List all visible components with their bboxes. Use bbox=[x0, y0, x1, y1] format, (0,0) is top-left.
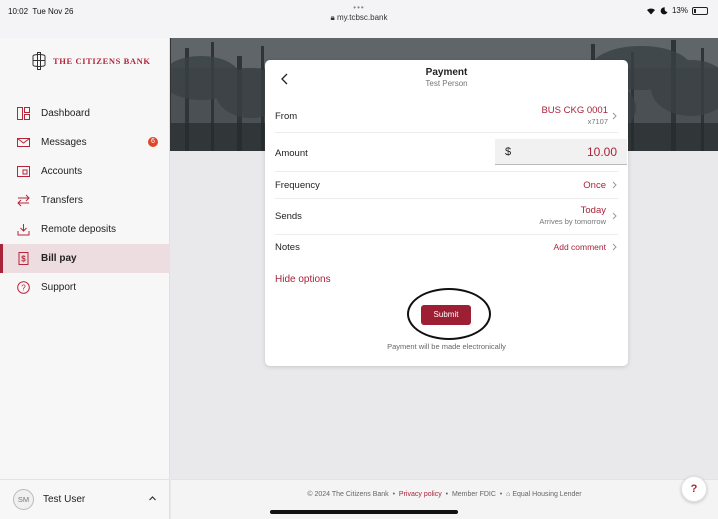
from-row[interactable]: From BUS CKG 0001 x7107 bbox=[275, 100, 618, 133]
url-text: my.tcbsc.bank bbox=[336, 13, 388, 22]
copyright-text: © 2024 The Citizens Bank bbox=[307, 491, 389, 498]
payment-card: Payment Test Person From BUS CKG 0001 x7… bbox=[265, 60, 628, 366]
amount-row: Amount $ 10.00 bbox=[275, 133, 627, 172]
help-button[interactable]: ? bbox=[681, 476, 707, 502]
deposit-icon bbox=[17, 224, 30, 236]
sidebar-item-accounts[interactable]: Accounts bbox=[0, 157, 170, 186]
frequency-row[interactable]: Frequency Once bbox=[275, 172, 618, 199]
sidebar-item-label: Remote deposits bbox=[41, 224, 117, 235]
sidebar-item-support[interactable]: ? Support bbox=[0, 273, 170, 302]
electronic-payment-note: Payment will be made electronically bbox=[387, 342, 506, 351]
chevron-right-icon bbox=[612, 243, 617, 251]
svg-text:?: ? bbox=[21, 284, 26, 293]
equal-housing-icon: ⌂ bbox=[506, 491, 511, 498]
status-bar: 10:02 Tue Nov 26 ••• 🔒︎ my.tcbsc.bank 13… bbox=[0, 0, 718, 38]
sidebar-item-messages[interactable]: Messages 6 bbox=[0, 128, 170, 157]
footer-links: © 2024 The Citizens Bank • Privacy polic… bbox=[171, 491, 718, 498]
payee-name: Test Person bbox=[425, 79, 468, 88]
billpay-icon: $ bbox=[18, 252, 29, 265]
sends-value: Today bbox=[580, 205, 606, 216]
hide-options-link[interactable]: Hide options bbox=[275, 274, 331, 285]
sidebar-nav: Dashboard Messages 6 Accounts Transfers … bbox=[0, 99, 170, 302]
from-account-mask: x7107 bbox=[587, 117, 608, 126]
equal-housing-text: Equal Housing Lender bbox=[512, 491, 582, 498]
member-fdic-text: Member FDIC bbox=[451, 491, 496, 498]
frequency-value: Once bbox=[583, 180, 606, 191]
arrival-estimate: Arrives by tomorrow bbox=[539, 217, 606, 226]
add-comment-link[interactable]: Add comment bbox=[554, 242, 606, 252]
sidebar-item-dashboard[interactable]: Dashboard bbox=[0, 99, 170, 128]
help-circle-icon: ? bbox=[17, 281, 30, 294]
privacy-policy-link[interactable]: Privacy policy bbox=[399, 491, 442, 498]
svg-text:$: $ bbox=[21, 255, 26, 264]
browser-dots[interactable]: ••• bbox=[0, 3, 718, 12]
transfer-icon bbox=[17, 194, 30, 207]
battery-icon bbox=[692, 6, 708, 15]
notes-label: Notes bbox=[275, 242, 300, 253]
sends-row[interactable]: Sends Today Arrives by tomorrow bbox=[275, 199, 618, 235]
sidebar-item-bill-pay[interactable]: $ Bill pay bbox=[0, 244, 170, 273]
sidebar: The Citizens Bank Dashboard Messages 6 A… bbox=[0, 38, 170, 519]
currency-symbol: $ bbox=[505, 146, 512, 158]
frequency-label: Frequency bbox=[275, 180, 320, 191]
sidebar-item-label: Support bbox=[41, 282, 77, 293]
payment-header: Payment Test Person bbox=[265, 60, 628, 100]
sidebar-item-label: Bill pay bbox=[41, 253, 77, 264]
chevron-right-icon bbox=[612, 212, 617, 220]
sends-label: Sends bbox=[275, 211, 302, 222]
wifi-icon bbox=[646, 7, 655, 14]
sidebar-item-label: Transfers bbox=[41, 195, 83, 206]
battery-percent: 13% bbox=[671, 6, 688, 15]
footer-separator: • bbox=[499, 491, 503, 498]
payment-title: Payment bbox=[425, 67, 468, 78]
chevron-right-icon bbox=[612, 181, 617, 189]
from-account: BUS CKG 0001 bbox=[541, 105, 608, 116]
notes-row[interactable]: Notes Add comment bbox=[275, 235, 618, 261]
user-menu[interactable]: SM Test User bbox=[0, 479, 170, 519]
chevron-right-icon bbox=[612, 112, 617, 120]
amount-input[interactable]: $ 10.00 bbox=[495, 139, 627, 165]
sidebar-item-label: Accounts bbox=[41, 166, 83, 177]
chevron-up-icon[interactable] bbox=[148, 494, 157, 503]
status-indicators: 13% bbox=[646, 6, 708, 15]
mail-icon bbox=[17, 138, 30, 147]
amount-label: Amount bbox=[275, 148, 308, 159]
avatar: SM bbox=[13, 489, 34, 510]
home-indicator bbox=[270, 510, 458, 514]
dashboard-icon bbox=[17, 107, 30, 120]
footer-separator: • bbox=[445, 491, 449, 498]
bank-logo-icon bbox=[32, 52, 46, 70]
annotation-circle bbox=[407, 288, 491, 340]
accounts-icon bbox=[17, 166, 30, 177]
messages-count-badge: 6 bbox=[148, 137, 158, 147]
sidebar-item-remote-deposits[interactable]: Remote deposits bbox=[0, 215, 170, 244]
bank-logo[interactable]: The Citizens Bank bbox=[32, 52, 151, 70]
footer-separator: • bbox=[392, 491, 396, 498]
sidebar-item-transfers[interactable]: Transfers bbox=[0, 186, 170, 215]
sidebar-item-label: Messages bbox=[41, 137, 87, 148]
amount-value: 10.00 bbox=[586, 145, 617, 159]
url-bar[interactable]: 🔒︎ my.tcbsc.bank bbox=[0, 13, 718, 23]
user-name: Test User bbox=[43, 494, 86, 505]
moon-icon bbox=[660, 6, 668, 14]
sidebar-item-label: Dashboard bbox=[41, 108, 90, 119]
from-label: From bbox=[275, 111, 298, 122]
bank-name: The Citizens Bank bbox=[53, 56, 151, 66]
